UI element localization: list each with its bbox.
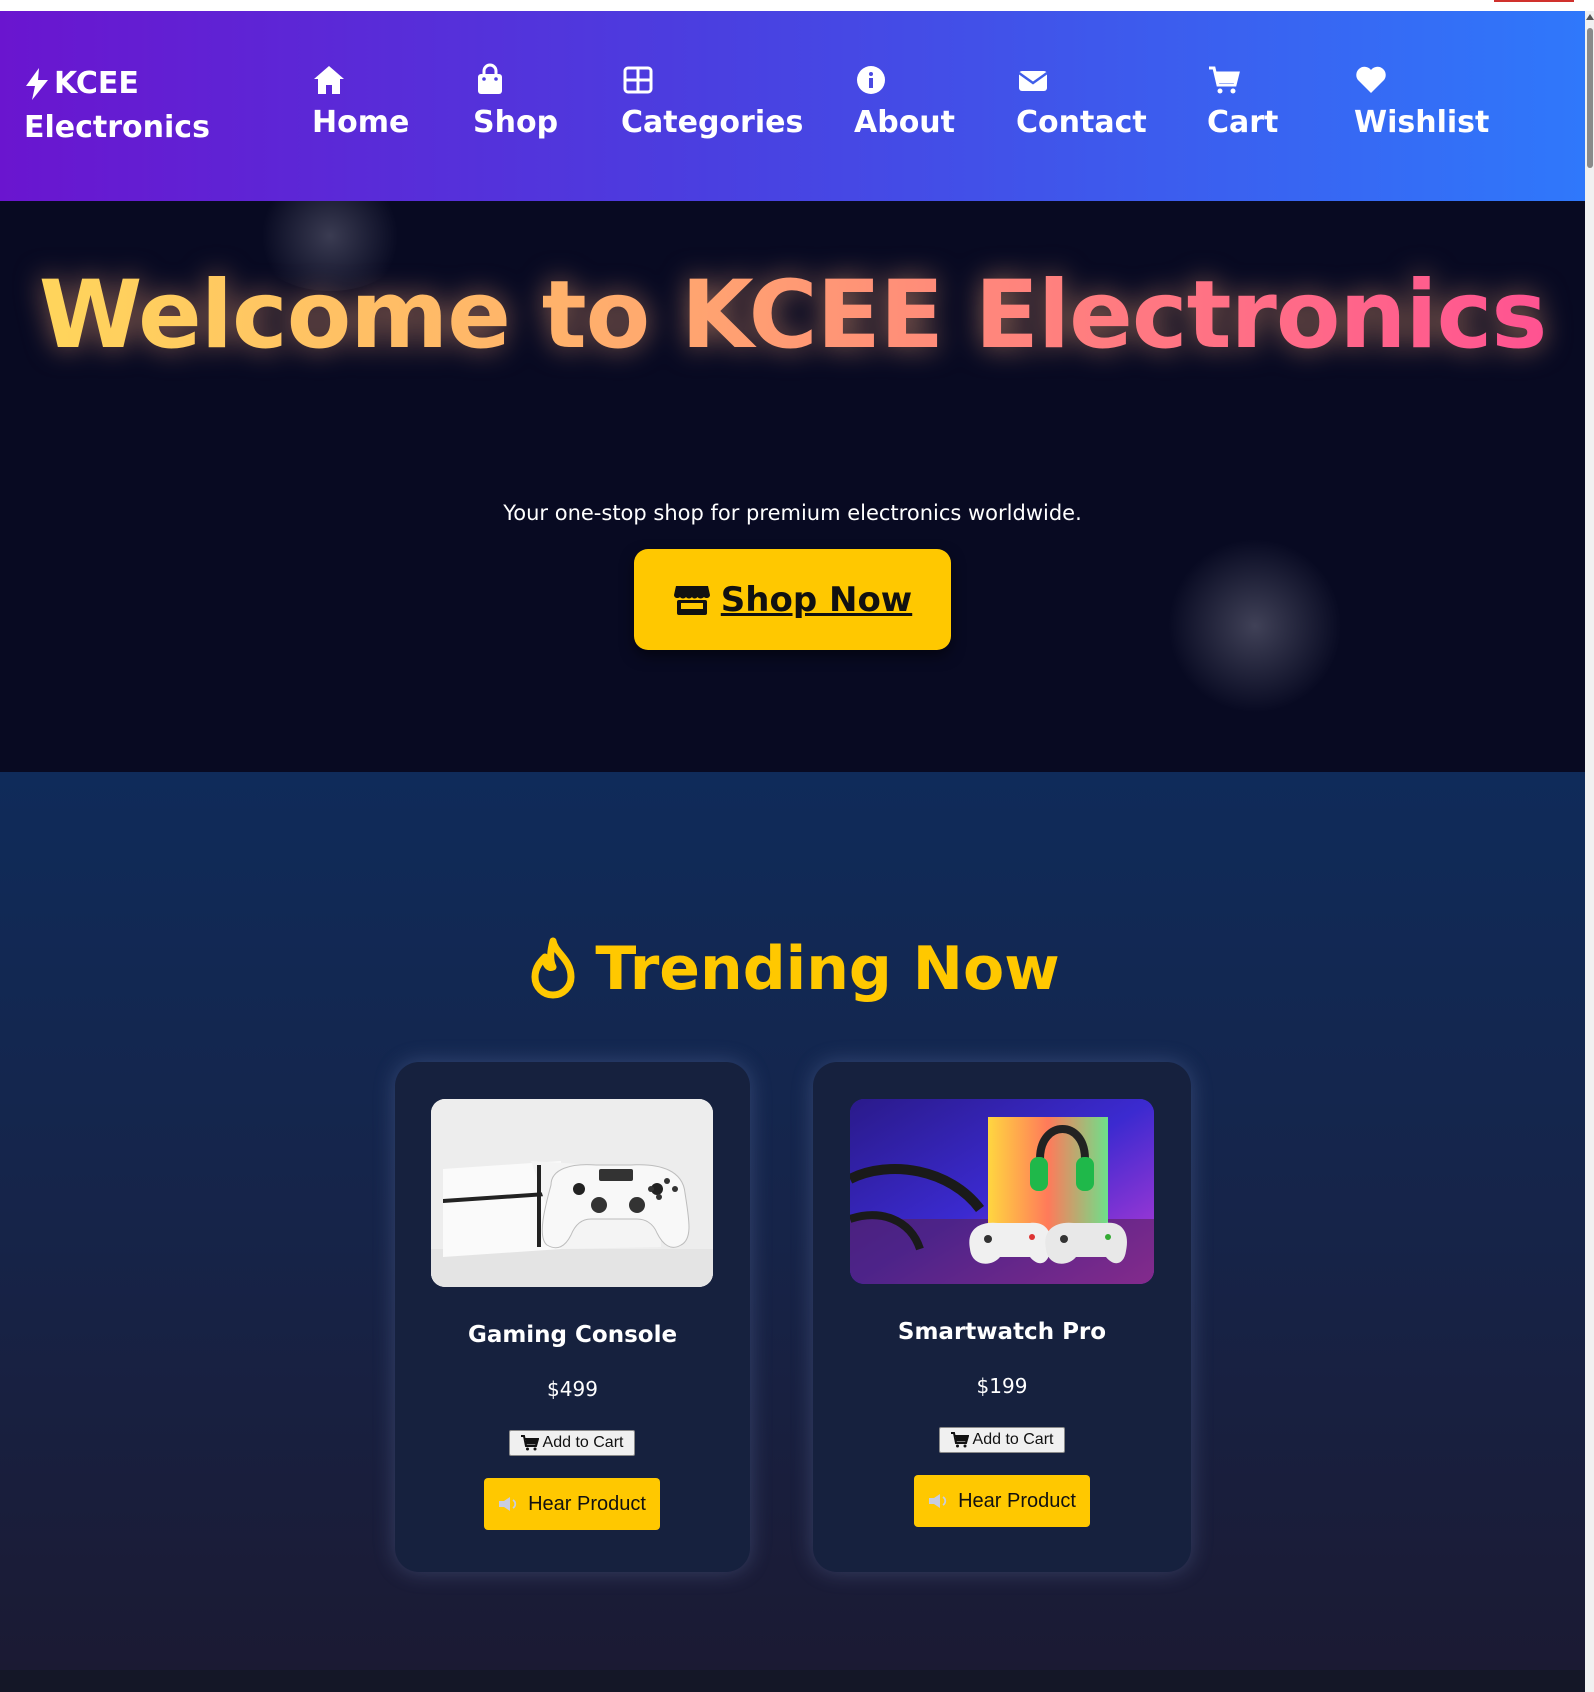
product-price: $199 [976,1374,1028,1398]
nav-home[interactable]: Home [312,63,409,143]
nav-wishlist-label: Wishlist [1354,105,1490,140]
hero-section: Welcome to KCEE Electronics Your one-sto… [0,201,1585,772]
scrollbar-track[interactable] [1585,11,1594,1692]
product-name: Smartwatch Pro [897,1319,1107,1345]
hear-product-button[interactable]: Hear Product [914,1475,1090,1527]
product-image-gaming-console[interactable] [431,1099,713,1287]
nav-categories-label: Categories [621,105,804,140]
gaming-console-image [431,1099,713,1287]
cart-icon [1209,66,1240,94]
store-icon [673,585,710,615]
scroll-up-arrow-icon[interactable] [1586,14,1594,20]
product-price: $499 [547,1377,598,1401]
brand-logo[interactable]: KCEE Electronics [24,66,254,148]
nav-about[interactable]: About [854,63,955,143]
nav-shop[interactable]: Shop [473,63,558,143]
trending-title: Trending Now [0,932,1585,1006]
browser-top-strip [0,0,1594,11]
add-to-cart-button[interactable]: Add to Cart [939,1427,1065,1453]
hear-product-label: Hear Product [528,1492,646,1515]
bolt-icon [26,68,48,100]
nav-wishlist[interactable]: Wishlist [1354,63,1489,143]
trending-title-label: Trending Now [595,934,1060,1004]
nav-cart[interactable]: Cart [1207,63,1278,143]
hear-product-button[interactable]: Hear Product [484,1478,660,1530]
hear-product-label: Hear Product [958,1489,1076,1512]
nav-cart-label: Cart [1207,105,1279,140]
envelope-icon [1018,71,1048,91]
glow-orb [1165,536,1345,716]
nav-contact[interactable]: Contact [1016,63,1147,143]
brand-name: KCEE [54,66,139,101]
hero-subtitle: Your one-stop shop for premium electroni… [503,501,1082,525]
footer-strip [0,1670,1585,1692]
fire-icon [531,937,575,999]
cart-icon [950,1432,969,1448]
grid-icon [623,66,653,94]
shop-now-label: Shop Now [720,579,913,620]
shop-now-button[interactable]: Shop Now [634,549,951,650]
smartwatch-pro-image [850,1099,1154,1284]
nav-contact-label: Contact [1016,105,1147,140]
brand-subtitle: Electronics [24,110,210,145]
home-icon [314,66,344,94]
navbar: KCEE Electronics Home Shop Categories Ab… [0,11,1585,201]
nav-home-label: Home [312,105,410,140]
nav-shop-label: Shop [473,105,559,140]
cart-icon [520,1435,539,1451]
speaker-icon [929,1494,947,1508]
hero-title: Welcome to KCEE Electronics [0,261,1585,371]
product-card: Smartwatch Pro $199 Add to Cart Hear Pro… [813,1062,1191,1572]
speaker-icon [499,1497,517,1511]
add-to-cart-label: Add to Cart [542,1434,624,1451]
nav-categories[interactable]: Categories [621,63,803,143]
nav-about-label: About [854,105,956,140]
trending-section: Trending Now Gaming Console $499 Add to … [0,772,1585,1670]
heart-icon [1356,66,1386,93]
top-accent-mark [1494,0,1574,2]
product-image-smartwatch-pro[interactable] [850,1099,1154,1284]
shopping-bag-icon [478,63,502,94]
info-icon [857,66,885,94]
add-to-cart-label: Add to Cart [972,1431,1054,1448]
scrollbar-thumb[interactable] [1587,28,1593,168]
add-to-cart-button[interactable]: Add to Cart [509,1430,635,1456]
product-card: Gaming Console $499 Add to Cart Hear Pro… [395,1062,750,1572]
product-name: Gaming Console [467,1322,678,1348]
